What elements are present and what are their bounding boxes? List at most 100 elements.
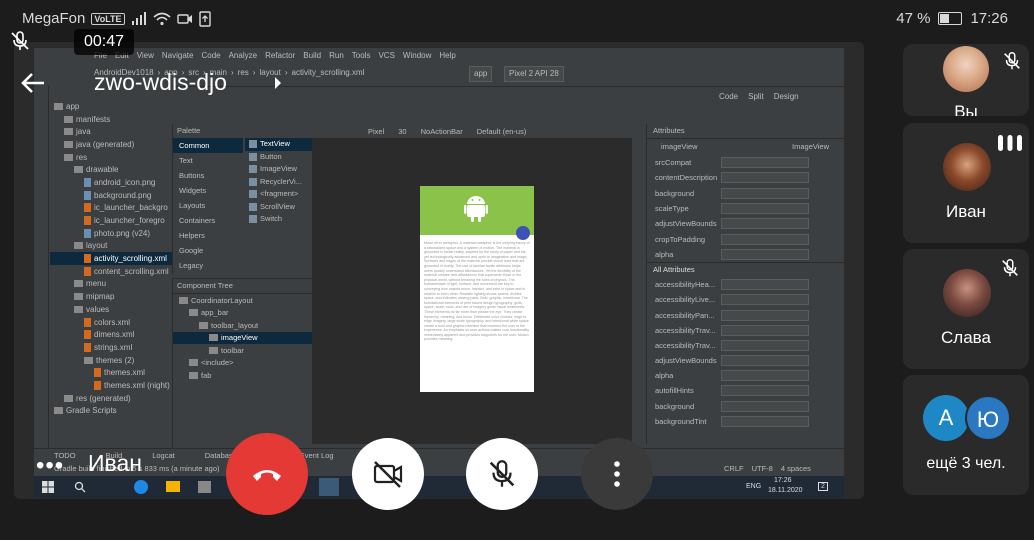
view-mode-tab[interactable]: Design <box>774 92 799 101</box>
project-tree-item[interactable]: strings.xml <box>50 341 172 354</box>
end-call-button[interactable] <box>226 433 308 515</box>
participant-card-slava[interactable]: Слава <box>903 249 1029 369</box>
attribute-value-field[interactable] <box>721 157 809 169</box>
menu-item[interactable]: Code <box>201 51 220 60</box>
attribute-value-field[interactable] <box>721 385 809 397</box>
component-tree-item[interactable]: app_bar <box>173 307 313 320</box>
palette-category[interactable]: Widgets <box>173 183 243 198</box>
project-tree-item[interactable]: colors.xml <box>50 316 172 329</box>
breadcrumb-item[interactable]: res <box>238 68 249 77</box>
speaker-menu-dots-icon[interactable]: ••• <box>36 452 64 480</box>
attribute-value-field[interactable] <box>721 309 809 321</box>
attribute-row[interactable]: adjustViewBounds <box>647 216 844 231</box>
project-tree-item[interactable]: themes.xml <box>50 366 172 379</box>
attribute-value-field[interactable] <box>721 233 809 245</box>
menu-item[interactable]: Build <box>303 51 321 60</box>
attribute-row[interactable]: background <box>647 399 844 414</box>
project-tree-item[interactable]: layout <box>50 240 172 253</box>
call-title[interactable]: zwo-wdis-djo <box>94 69 227 96</box>
menu-item[interactable]: Window <box>403 51 431 60</box>
project-tree-item[interactable]: java (generated) <box>50 138 172 151</box>
menu-item[interactable]: Navigate <box>162 51 194 60</box>
palette-item[interactable]: Button <box>245 151 313 164</box>
palette-category[interactable]: Layouts <box>173 198 243 213</box>
project-tree-item[interactable]: java <box>50 125 172 138</box>
component-tree-item[interactable]: fab <box>173 369 313 382</box>
design-theme[interactable]: NoActionBar <box>421 127 463 136</box>
attribute-row[interactable]: accessibilityHea... <box>647 277 844 292</box>
project-tree-item[interactable]: ic_launcher_foregro <box>50 214 172 227</box>
project-tree-item[interactable]: themes (2) <box>50 354 172 367</box>
bottom-tab[interactable]: Logcat <box>152 451 175 460</box>
project-tree-item[interactable]: android_icon.png <box>50 176 172 189</box>
attribute-value-field[interactable] <box>721 187 809 199</box>
breadcrumb-item[interactable]: activity_scrolling.xml <box>292 68 365 77</box>
menu-item[interactable]: Help <box>439 51 455 60</box>
project-tree-item[interactable]: res <box>50 151 172 164</box>
attribute-row[interactable]: backgroundTint <box>647 414 844 429</box>
chevron-right-icon[interactable] <box>273 76 283 90</box>
component-tree-item[interactable]: imageView <box>173 331 313 344</box>
attribute-row[interactable]: background <box>647 186 844 201</box>
project-tree-item[interactable]: Gradle Scripts <box>50 405 172 418</box>
component-tree-item[interactable]: CoordinatorLayout <box>173 294 313 307</box>
more-options-button[interactable] <box>581 438 653 510</box>
attribute-row[interactable]: adjustViewBounds <box>647 353 844 368</box>
palette-category[interactable]: Common <box>173 138 243 153</box>
attribute-value-field[interactable] <box>721 203 809 215</box>
view-mode-tab[interactable]: Code <box>719 92 738 101</box>
palette-category[interactable]: Containers <box>173 213 243 228</box>
project-tree-item[interactable]: activity_scrolling.xml <box>50 252 172 265</box>
project-tree-item[interactable]: photo.png (v24) <box>50 227 172 240</box>
attribute-value-field[interactable] <box>721 339 809 351</box>
attribute-row[interactable]: accessibilityTrav... <box>647 338 844 353</box>
attribute-row[interactable]: scaleType <box>647 201 844 216</box>
project-tree-item[interactable]: dimens.xml <box>50 328 172 341</box>
attribute-row[interactable]: alpha <box>647 368 844 383</box>
palette-item[interactable]: ImageView <box>245 163 313 176</box>
component-tree-item[interactable]: toolbar <box>173 344 313 357</box>
status-item[interactable]: 4 spaces <box>781 464 811 473</box>
attribute-value-field[interactable] <box>721 294 809 306</box>
palette-item[interactable]: Switch <box>245 213 313 226</box>
design-device[interactable]: Pixel <box>368 127 384 136</box>
attribute-value-field[interactable] <box>721 218 809 230</box>
attribute-value-field[interactable] <box>721 279 809 291</box>
back-arrow-icon[interactable] <box>20 70 46 96</box>
menu-item[interactable]: View <box>137 51 154 60</box>
attribute-row[interactable]: accessibilityPan... <box>647 307 844 322</box>
menu-item[interactable]: Tools <box>352 51 371 60</box>
project-tree-item[interactable]: background.png <box>50 189 172 202</box>
project-tree-item[interactable]: manifests <box>50 113 172 126</box>
palette-category[interactable]: Text <box>173 153 243 168</box>
attribute-value-field[interactable] <box>721 324 809 336</box>
attribute-row[interactable]: alpha <box>647 247 844 262</box>
participant-card-self[interactable]: Вы <box>903 44 1029 116</box>
view-mode-tab[interactable]: Split <box>748 92 764 101</box>
project-tree-item[interactable]: ic_launcher_backgro <box>50 202 172 215</box>
menu-item[interactable]: Analyze <box>229 51 257 60</box>
attribute-value-field[interactable] <box>721 370 809 382</box>
palette-category[interactable]: Google <box>173 243 243 258</box>
status-item[interactable]: UTF-8 <box>752 464 773 473</box>
attribute-row[interactable]: autofillHints <box>647 383 844 398</box>
design-api[interactable]: 30 <box>398 127 406 136</box>
attribute-row[interactable]: accessibilityLive... <box>647 292 844 307</box>
participant-card-ivan[interactable]: Иван <box>903 123 1029 243</box>
palette-item[interactable]: <fragment> <box>245 188 313 201</box>
project-tree-item[interactable]: content_scrolling.xml <box>50 265 172 278</box>
palette-category[interactable]: Helpers <box>173 228 243 243</box>
component-tree-item[interactable]: toolbar_layout <box>173 319 313 332</box>
palette-category[interactable]: Legacy <box>173 258 243 273</box>
attribute-row[interactable]: srcCompat <box>647 155 844 170</box>
project-tree-item[interactable]: app <box>50 100 172 113</box>
participant-card-more[interactable]: А Ю ещё 3 чел. <box>903 375 1029 495</box>
palette-category[interactable]: Buttons <box>173 168 243 183</box>
project-tree-item[interactable]: themes.xml (night) <box>50 379 172 392</box>
attribute-value-field[interactable] <box>721 248 809 260</box>
run-config-select[interactable]: app <box>469 66 493 82</box>
menu-item[interactable]: Refactor <box>265 51 295 60</box>
attribute-value-field[interactable] <box>721 172 809 184</box>
mic-toggle-button[interactable] <box>466 438 538 510</box>
attribute-value-field[interactable] <box>721 355 809 367</box>
